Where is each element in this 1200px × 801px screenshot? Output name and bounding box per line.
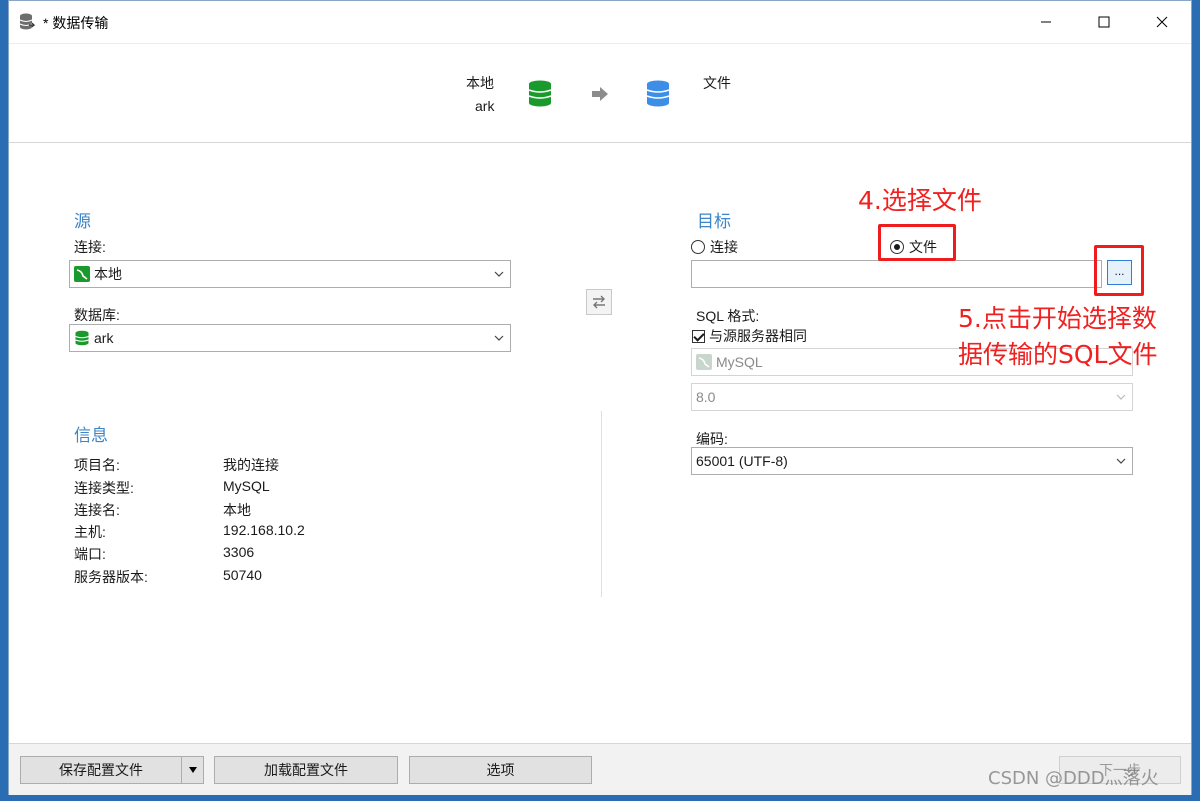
chevron-down-icon [494,271,504,277]
save-config-label: 保存配置文件 [59,762,143,778]
info-value: 50740 [223,567,262,583]
minimize-button[interactable] [1017,1,1075,43]
same-as-source-checkbox[interactable]: 与源服务器相同 [692,326,807,346]
header-target: 文件 [703,75,731,91]
info-value: 192.168.10.2 [223,522,305,538]
sql-format-value: MySQL [716,354,763,370]
info-value: 本地 [223,502,251,518]
green-database-icon [528,80,552,107]
annotation-highlight-file-radio [878,224,956,261]
mysql-connection-icon [74,266,90,282]
info-key: 连接类型: [74,480,134,496]
target-connection-radio[interactable]: 连接 [691,237,738,257]
target-section-title: 目标 [697,212,731,231]
database-app-icon [19,13,35,30]
close-button[interactable] [1133,1,1191,43]
load-config-button[interactable]: 加载配置文件 [214,756,398,784]
radio-label: 连接 [710,239,738,255]
options-label: 选项 [486,762,515,778]
target-file-path-input[interactable] [691,260,1102,288]
sql-format-label: SQL 格式: [696,308,760,324]
source-database-dropdown[interactable]: ark [69,324,511,352]
window-title: * 数据传输 [43,15,109,31]
transfer-summary-header: 本地 ark 文件 [9,43,1191,143]
chevron-down-icon [494,335,504,341]
source-connection-dropdown[interactable]: 本地 [69,260,511,288]
source-connection-value: 本地 [94,266,122,282]
save-config-button[interactable]: 保存配置文件 [20,756,204,784]
maximize-icon [1098,16,1110,28]
annotation-step-4: 4.选择文件 [858,186,982,215]
title-bar: * 数据传输 [9,1,1191,43]
info-value: MySQL [223,478,270,494]
sql-version-value: 8.0 [696,389,716,405]
sql-version-dropdown[interactable]: 8.0 [691,383,1133,411]
chevron-down-icon [1116,394,1126,400]
info-key: 连接名: [74,502,120,518]
header-source-database: ark [475,98,495,114]
data-transfer-window: * 数据传输 本地 ark 文件 源 连接: 本地 数据库: ark 信息 项目… [8,0,1192,795]
checkbox-label: 与源服务器相同 [709,328,807,344]
annotation-step-5-line2: 据传输的SQL文件 [958,340,1158,369]
section-divider [601,411,602,597]
info-key: 端口: [74,546,106,562]
source-section-title: 源 [74,212,91,231]
checkbox-checked [692,329,705,343]
caret-down-icon [188,767,197,773]
header-source-connection: 本地 [466,75,494,91]
blue-database-icon [646,80,670,107]
csdn-watermark: CSDN @DDD灬落火 [988,768,1159,789]
database-label: 数据库: [74,307,120,323]
info-key: 项目名: [74,457,120,473]
chevron-down-icon [1116,458,1126,464]
right-arrow-icon [592,87,608,101]
encoding-value: 65001 (UTF-8) [696,453,788,469]
info-value: 我的连接 [223,457,279,473]
connection-label: 连接: [74,239,106,255]
encoding-label: 编码: [696,431,728,447]
save-config-menu-button[interactable] [181,757,203,783]
options-button[interactable]: 选项 [409,756,592,784]
swap-icon [593,295,605,309]
close-icon [1156,16,1168,28]
info-section-title: 信息 [74,426,108,445]
encoding-dropdown[interactable]: 65001 (UTF-8) [691,447,1133,475]
swap-source-target-button[interactable] [586,289,612,315]
info-key: 服务器版本: [74,569,148,585]
database-icon [75,330,89,346]
minimize-icon [1041,21,1051,23]
info-key: 主机: [74,524,106,540]
annotation-step-5-line1: 5.点击开始选择数 [958,304,1157,333]
annotation-highlight-browse [1094,245,1144,296]
mysql-icon [696,354,712,370]
radio-circle [691,240,705,254]
source-database-value: ark [94,330,114,346]
load-config-label: 加载配置文件 [264,762,348,778]
info-value: 3306 [223,544,255,560]
maximize-button[interactable] [1075,1,1133,43]
